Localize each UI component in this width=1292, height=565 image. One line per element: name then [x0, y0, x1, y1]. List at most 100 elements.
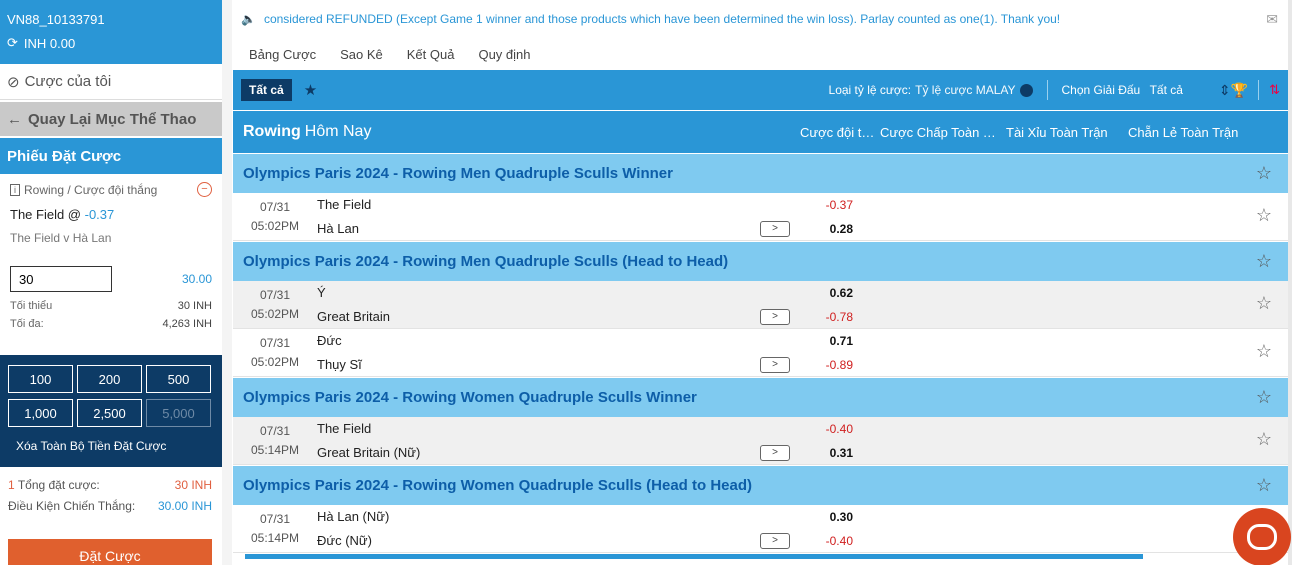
- max-stake: 4,263 INH: [162, 318, 212, 330]
- star-icon[interactable]: ☆: [1256, 205, 1272, 226]
- notice-bar: 🔈 considered REFUNDED (Except Game 1 win…: [233, 0, 1288, 38]
- col-moneyline: Cược đội thắng: [800, 124, 880, 140]
- bet-slip-title: Phiếu Đặt Cược: [0, 138, 222, 174]
- favorites-star-icon[interactable]: ★: [304, 81, 317, 99]
- star-icon[interactable]: ☆: [1256, 387, 1272, 408]
- star-icon[interactable]: ☆: [1256, 429, 1272, 450]
- league-header[interactable]: Olympics Paris 2024 - Rowing Women Quadr…: [233, 465, 1288, 505]
- team-home: Ý: [317, 284, 326, 300]
- odd-home[interactable]: 0.71: [813, 329, 853, 353]
- slip-totals: 1 Tổng đặt cược: 30 INH Điều Kiện Chiến …: [8, 478, 212, 513]
- odd-home[interactable]: 0.30: [813, 505, 853, 529]
- col-over-under: Tài Xỉu Toàn Trận: [1006, 124, 1108, 140]
- mail-icon[interactable]: ✉: [1266, 11, 1278, 28]
- league-header[interactable]: Olympics Paris 2024 - Rowing Men Quadrup…: [233, 241, 1288, 281]
- team-home: The Field: [317, 196, 372, 212]
- more-markets-button[interactable]: >: [760, 309, 790, 325]
- user-id: VN88_10133791: [7, 12, 105, 27]
- my-bets-link[interactable]: ⊘ Cược của tôi: [0, 64, 222, 100]
- sort-trophy-icon[interactable]: ⇕🏆: [1219, 82, 1248, 99]
- stake-input[interactable]: [10, 266, 112, 292]
- more-markets-button[interactable]: >: [760, 445, 790, 461]
- clear-stake-button[interactable]: Xóa Toàn Bộ Tiền Đặt Cược: [8, 439, 214, 453]
- vertical-scrollbar[interactable]: [1288, 0, 1292, 565]
- min-stake: 30 INH: [177, 300, 212, 312]
- more-markets-button[interactable]: >: [760, 357, 790, 373]
- team-away: Great Britain (Nữ): [317, 444, 421, 460]
- chip-500[interactable]: 500: [146, 365, 211, 393]
- team-away: Thụy Sĩ: [317, 356, 362, 372]
- account-panel: VN88_10133791 ⟳ INH 0.00: [0, 0, 222, 64]
- slip-pick: The Field @: [10, 207, 81, 222]
- sport-period: Hôm Nay: [304, 123, 372, 140]
- odd-away[interactable]: 0.28: [813, 217, 853, 241]
- league-header[interactable]: Olympics Paris 2024 - Rowing Women Quadr…: [233, 377, 1288, 417]
- chip-5000: 5,000: [146, 399, 211, 427]
- total-stake: 30 INH: [174, 478, 212, 492]
- balance: INH 0.00: [23, 35, 76, 51]
- bet-slip: i Rowing / Cược đội thắng − The Field @ …: [0, 174, 222, 330]
- more-markets-button[interactable]: >: [760, 221, 790, 237]
- odd-away[interactable]: 0.31: [813, 441, 853, 465]
- col-odd-even: Chẵn Lẻ Toàn Trận: [1128, 124, 1239, 140]
- odd-home[interactable]: -0.40: [813, 417, 853, 441]
- team-home: The Field: [317, 420, 372, 436]
- filter-all-button[interactable]: Tất cả: [241, 79, 292, 101]
- tab-odds-board[interactable]: Bảng Cược: [249, 47, 316, 62]
- star-icon[interactable]: ☆: [1256, 341, 1272, 362]
- sort-order-icon[interactable]: ⇅: [1269, 82, 1280, 98]
- odds-type-select[interactable]: Loại tỷ lệ cược: Tỷ lệ cược MALAY: [829, 83, 1033, 97]
- bet-count: 1: [8, 478, 15, 492]
- tab-statement[interactable]: Sao Kê: [340, 47, 383, 62]
- col-handicap: Cược Chấp Toàn Trận: [880, 124, 1000, 140]
- team-away: Great Britain: [317, 308, 390, 324]
- chip-1000[interactable]: 1,000: [8, 399, 73, 427]
- check-circle-icon: ⊘: [7, 73, 20, 91]
- refresh-icon[interactable]: ⟳: [7, 35, 18, 51]
- quick-stake-panel: 100 200 500 1,000 2,500 5,000 Xóa Toàn B…: [0, 355, 222, 467]
- league-select[interactable]: Chọn Giải Đấu Tất cả: [1062, 83, 1183, 97]
- event-row: 07/31 05:14PM The Field Great Britain (Nữ)…: [233, 417, 1288, 465]
- event-row: 07/31 05:02PM Ý Great Britain > 0.62 -0.78 …: [233, 281, 1288, 329]
- star-icon[interactable]: ☆: [1256, 251, 1272, 272]
- chevron-down-icon: [1019, 83, 1033, 97]
- team-home: Hà Lan (Nữ): [317, 508, 390, 524]
- live-chat-button[interactable]: [1233, 508, 1291, 565]
- star-icon[interactable]: ☆: [1256, 293, 1272, 314]
- star-icon[interactable]: ☆: [1256, 475, 1272, 496]
- slip-odds: -0.37: [84, 207, 115, 222]
- odd-away[interactable]: -0.89: [813, 353, 853, 377]
- tab-rules[interactable]: Quy định: [478, 47, 530, 62]
- odd-away[interactable]: -0.40: [813, 529, 853, 553]
- horizontal-scrollbar[interactable]: [245, 554, 1143, 559]
- chat-bubble-icon: [1247, 524, 1277, 550]
- odd-away[interactable]: -0.78: [813, 305, 853, 329]
- more-markets-button[interactable]: >: [760, 533, 790, 549]
- place-bet-button[interactable]: Đặt Cược: [8, 539, 212, 565]
- sidebar-scrollbar[interactable]: [222, 0, 232, 565]
- arrow-left-icon: ←: [7, 110, 22, 128]
- stake-amount: 30.00: [181, 272, 212, 286]
- team-home: Đức: [317, 332, 342, 348]
- league-header[interactable]: Olympics Paris 2024 - Rowing Men Quadrup…: [233, 153, 1288, 193]
- notice-text: considered REFUNDED (Except Game 1 winne…: [263, 12, 1061, 26]
- team-away: Hà Lan: [317, 220, 359, 236]
- nav-tabs: Bảng Cược Sao Kê Kết Quả Quy định: [233, 38, 1288, 70]
- sport-header: Rowing Hôm Nay Cược đội thắng Cược Chấp …: [233, 111, 1288, 153]
- odd-home[interactable]: -0.37: [813, 193, 853, 217]
- main-content: 🔈 considered REFUNDED (Except Game 1 win…: [233, 0, 1288, 565]
- slip-market: Rowing / Cược đội thắng: [24, 182, 158, 197]
- chip-100[interactable]: 100: [8, 365, 73, 393]
- info-icon: i: [10, 183, 20, 196]
- chip-2500[interactable]: 2,500: [77, 399, 142, 427]
- star-icon[interactable]: ☆: [1256, 163, 1272, 184]
- remove-bet-icon[interactable]: −: [197, 182, 212, 197]
- event-row: 07/31 05:02PM The Field Hà Lan > -0.37 0.28…: [233, 193, 1288, 241]
- odd-home[interactable]: 0.62: [813, 281, 853, 305]
- tab-results[interactable]: Kết Quả: [407, 47, 455, 62]
- event-row: 07/31 05:02PM Đức Thụy Sĩ > 0.71 -0.89 ☆: [233, 329, 1288, 377]
- event-row: 07/31 05:14PM Hà Lan (Nữ) Đức (Nữ) > 0.30-…: [233, 505, 1288, 553]
- back-to-sports-button[interactable]: ← Quay Lại Mục Thể Thao: [0, 102, 222, 136]
- chip-200[interactable]: 200: [77, 365, 142, 393]
- win-amount: 30.00 INH: [157, 499, 212, 513]
